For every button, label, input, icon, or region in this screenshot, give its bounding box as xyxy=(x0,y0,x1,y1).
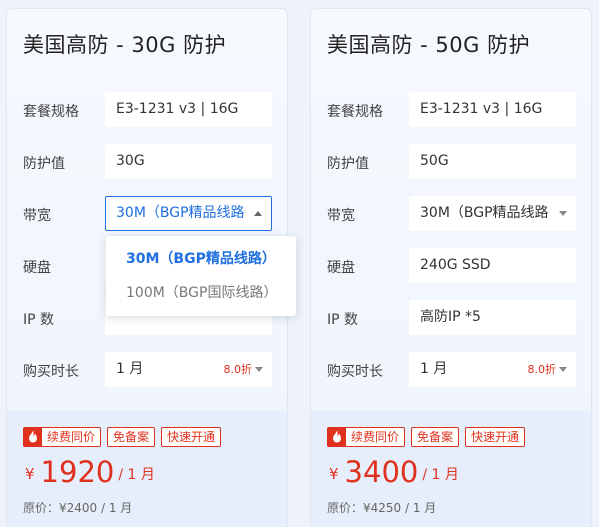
price-amount: 3400 xyxy=(344,455,419,489)
disk-label: 硬盘 xyxy=(23,260,51,276)
spec-field: E3-1231 v3 | 16G xyxy=(105,92,272,127)
tag-list: 续费同价 免备案 快速开通 xyxy=(23,427,222,447)
caret-up-icon xyxy=(254,211,262,216)
caret-down-icon xyxy=(255,367,263,372)
duration-label: 购买时长 xyxy=(327,364,383,380)
bandwidth-label: 带宽 xyxy=(327,208,355,224)
protection-label: 防护值 xyxy=(327,156,369,172)
duration-select-value: 1 月 xyxy=(116,361,144,377)
fire-icon xyxy=(328,428,346,446)
bandwidth-select[interactable]: 30M（BGP精品线路 xyxy=(409,196,576,231)
protection-field: 50G xyxy=(409,144,576,179)
spec-label: 套餐规格 xyxy=(327,104,383,120)
disk-field: 240G SSD xyxy=(409,248,576,283)
bandwidth-label: 带宽 xyxy=(23,208,51,224)
tag-renew-same-price: 续费同价 xyxy=(327,427,406,447)
price: ¥3400/ 1 月 xyxy=(329,455,459,489)
bandwidth-select-value: 30M（BGP精品线路 xyxy=(420,205,549,221)
protection-label: 防护值 xyxy=(23,156,65,172)
price-currency: ¥ xyxy=(25,465,35,483)
duration-select[interactable]: 1 月 8.0折 xyxy=(105,352,272,387)
caret-down-icon xyxy=(559,367,567,372)
discount-badge: 8.0折 xyxy=(527,363,557,376)
bandwidth-select-value: 30M（BGP精品线路 xyxy=(116,205,245,221)
price: ¥1920/ 1 月 xyxy=(25,455,155,489)
spec-label: 套餐规格 xyxy=(23,104,79,120)
bandwidth-select[interactable]: 30M（BGP精品线路 xyxy=(105,196,272,231)
discount-badge: 8.0折 xyxy=(223,363,253,376)
price-period: / 1 月 xyxy=(422,467,459,483)
price-currency: ¥ xyxy=(329,465,339,483)
spec-field: E3-1231 v3 | 16G xyxy=(409,92,576,127)
original-price: 原价：¥4250 / 1 月 xyxy=(327,501,437,515)
ip-count-label: IP 数 xyxy=(23,312,55,328)
fire-icon xyxy=(24,428,42,446)
tag-list: 续费同价 免备案 快速开通 xyxy=(327,427,526,447)
original-price: 原价：¥2400 / 1 月 xyxy=(23,501,133,515)
tag-renew-same-price: 续费同价 xyxy=(23,427,102,447)
price-amount: 1920 xyxy=(40,455,115,489)
tag-label: 续费同价 xyxy=(47,430,96,444)
product-card-50g: 美国高防 - 50G 防护 套餐规格 E3-1231 v3 | 16G 防护值 … xyxy=(310,8,592,527)
tag-no-filing: 免备案 xyxy=(107,427,156,447)
duration-label: 购买时长 xyxy=(23,364,79,380)
bandwidth-dropdown-menu: 30M（BGP精品线路） 100M（BGP国际线路） xyxy=(106,236,296,316)
caret-down-icon xyxy=(559,211,567,216)
card-title: 美国高防 - 50G 防护 xyxy=(327,33,531,57)
card-title: 美国高防 - 30G 防护 xyxy=(23,33,227,57)
price-period: / 1 月 xyxy=(118,467,155,483)
protection-field: 30G xyxy=(105,144,272,179)
dropdown-option-30m[interactable]: 30M（BGP精品线路） xyxy=(106,242,296,276)
disk-label: 硬盘 xyxy=(327,260,355,276)
ip-count-field: 高防IP *5 xyxy=(409,300,576,335)
tag-fast-activation: 快速开通 xyxy=(161,427,222,447)
tag-no-filing: 免备案 xyxy=(411,427,460,447)
ip-count-label: IP 数 xyxy=(327,312,359,328)
tag-label: 续费同价 xyxy=(351,430,400,444)
tag-fast-activation: 快速开通 xyxy=(465,427,526,447)
duration-select-value: 1 月 xyxy=(420,361,448,377)
dropdown-option-100m[interactable]: 100M（BGP国际线路） xyxy=(106,276,296,310)
duration-select[interactable]: 1 月 8.0折 xyxy=(409,352,576,387)
